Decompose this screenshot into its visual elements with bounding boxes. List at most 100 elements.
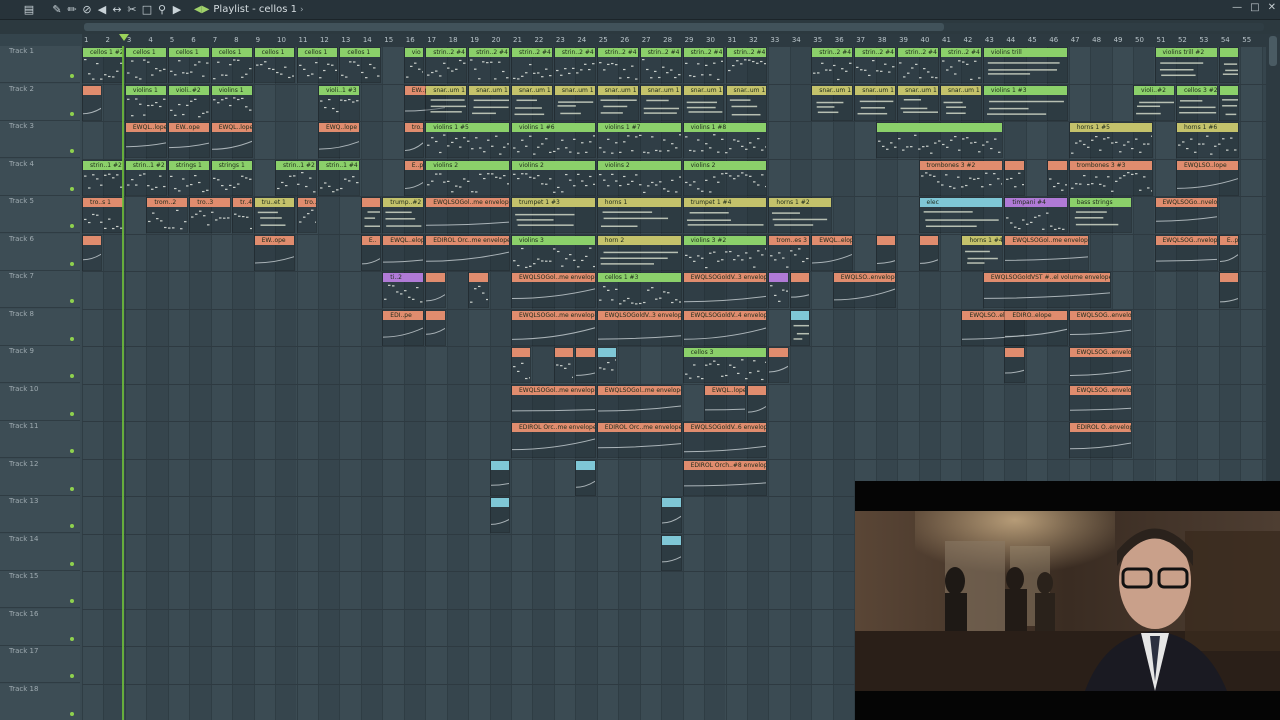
playlist-clip[interactable]: EWQLSOGoldV..6 envelope bbox=[682, 422, 768, 458]
playlist-clip[interactable]: snar..um 1 bbox=[553, 84, 596, 121]
track-header[interactable]: Track 10 bbox=[0, 383, 80, 421]
playlist-clip[interactable]: timpani #4 bbox=[1004, 197, 1068, 233]
playlist-clip[interactable]: EWQLSO..lope bbox=[1175, 159, 1240, 196]
track-header[interactable]: Track 9 bbox=[0, 346, 80, 383]
track-led-icon[interactable] bbox=[70, 561, 74, 566]
zoom-icon[interactable]: ⚲ bbox=[155, 3, 169, 17]
playlist-clip[interactable]: violins 2 bbox=[511, 159, 596, 196]
close-icon[interactable]: ✕ bbox=[1268, 2, 1276, 13]
track-led-icon[interactable] bbox=[70, 336, 74, 341]
track-led-icon[interactable] bbox=[70, 224, 74, 228]
track-led-icon[interactable] bbox=[70, 711, 74, 716]
playlist-clip[interactable] bbox=[768, 347, 789, 383]
playlist-clip[interactable]: EWQLSOGoldV..3 envelope bbox=[682, 272, 768, 308]
playlist-clip[interactable]: violins 2 bbox=[682, 159, 768, 196]
playlist-clip[interactable] bbox=[768, 272, 789, 308]
slice-icon[interactable]: ✂ bbox=[125, 3, 139, 17]
playlist-clip[interactable]: strin..2 #4 bbox=[811, 47, 854, 83]
slip-icon[interactable]: ↔ bbox=[110, 3, 124, 17]
playlist-clip[interactable]: EWQLSOGoldV..4 envelope bbox=[682, 309, 768, 346]
playlist-clip[interactable] bbox=[918, 234, 939, 271]
playlist-clip[interactable] bbox=[789, 309, 811, 346]
track-led-icon[interactable] bbox=[70, 299, 74, 303]
playlist-clip[interactable] bbox=[596, 347, 618, 383]
playlist-clip[interactable] bbox=[82, 84, 103, 121]
playlist-clip[interactable]: cellos 3 #2 bbox=[1175, 84, 1218, 121]
track-led-icon[interactable] bbox=[70, 524, 74, 528]
track-header[interactable]: Track 18 bbox=[0, 683, 80, 720]
playlist-clip[interactable]: trombones 3 #3 bbox=[1068, 159, 1154, 196]
playlist-clip[interactable]: horn 2 bbox=[596, 234, 682, 271]
playlist-clip[interactable]: EWQLSOGol..me envelope bbox=[511, 384, 596, 421]
playlist-clip[interactable]: ti..2 bbox=[382, 272, 425, 308]
playlist-clip[interactable]: cellos 1 #3 bbox=[596, 272, 682, 308]
playlist-clip[interactable]: horns 1 #2 bbox=[768, 197, 832, 233]
track-header[interactable]: Track 4 bbox=[0, 158, 80, 196]
playlist-clip[interactable]: violins 1 bbox=[210, 84, 253, 121]
playlist-clip[interactable]: strin..2 #4 bbox=[682, 47, 725, 83]
playlist-clip[interactable]: snar..um 1 bbox=[811, 84, 854, 121]
playlist-clip[interactable]: EWQ..lope bbox=[317, 122, 360, 158]
playlist-clip[interactable]: cellos 1 bbox=[124, 47, 167, 83]
playlist-clip[interactable]: EDIROL Orc..me envelope bbox=[425, 234, 510, 271]
playlist-clip[interactable]: violi..1 #3 bbox=[317, 84, 360, 121]
playlist-clip[interactable]: violins 2 bbox=[596, 159, 682, 196]
playlist-clip[interactable]: EDIROL Orc..me envelope bbox=[596, 422, 682, 458]
playlist-clip[interactable]: strin..2 #4 bbox=[425, 47, 468, 83]
track-header[interactable]: Track 15 bbox=[0, 571, 80, 608]
playlist-clip[interactable]: strin..2 #4 bbox=[897, 47, 939, 83]
playlist-clip[interactable]: strin..1 #2 bbox=[124, 159, 167, 196]
playlist-clip[interactable]: EWQLSOGo..nvelope bbox=[1154, 197, 1218, 233]
playlist-clip[interactable]: snar..um 1 bbox=[725, 84, 768, 121]
horizontal-scrollbar[interactable] bbox=[84, 23, 1264, 31]
timeline-ruler[interactable]: 1 2 3 4 5 6 7 8 9 10 11 12 13 14 15 16 17 18 19 20 21 22 23 24 2… bbox=[82, 34, 1266, 46]
playlist-clip[interactable]: elec bbox=[918, 197, 1004, 233]
playlist-clip[interactable] bbox=[661, 497, 682, 533]
playlist-clip[interactable]: horns 1 #6 bbox=[1175, 122, 1240, 158]
playlist-clip[interactable] bbox=[875, 234, 897, 271]
playlist-clip[interactable] bbox=[661, 534, 682, 571]
playlist-clip[interactable]: EWQL..elope bbox=[382, 234, 425, 271]
track-led-icon[interactable] bbox=[70, 486, 74, 491]
select-icon[interactable]: □ bbox=[140, 3, 154, 17]
playlist-clip[interactable]: cellos 1 #2 bbox=[82, 47, 124, 83]
playlist-clip[interactable]: EW..ope bbox=[167, 122, 210, 158]
playlist-clip[interactable] bbox=[511, 347, 532, 383]
track-header[interactable]: Track 11 bbox=[0, 421, 80, 458]
playlist-clip[interactable] bbox=[425, 309, 446, 346]
track-header[interactable]: Track 6 bbox=[0, 233, 80, 271]
playlist-clip[interactable]: EW..ope bbox=[253, 234, 296, 271]
maximize-icon[interactable]: □ bbox=[1250, 2, 1259, 13]
playlist-clip[interactable]: trumpet 1 #3 bbox=[511, 197, 596, 233]
paint-icon[interactable]: ✏ bbox=[65, 3, 79, 17]
track-led-icon[interactable] bbox=[70, 111, 74, 116]
playlist-clip[interactable]: violi..#2 bbox=[167, 84, 210, 121]
playlist-clip[interactable]: EWQL..lope bbox=[704, 384, 746, 421]
playlist-clip[interactable]: EWQLSOGol..me envelope bbox=[511, 309, 596, 346]
playlist-clip[interactable] bbox=[875, 122, 1004, 158]
playlist-clip[interactable]: strin..2 #4 bbox=[639, 47, 682, 83]
playlist-clip[interactable] bbox=[82, 234, 103, 271]
playlist-clip[interactable]: horns 1 #4 bbox=[961, 234, 1004, 271]
playlist-clip[interactable]: snar..um 1 bbox=[682, 84, 725, 121]
horizontal-scroll-thumb[interactable] bbox=[84, 23, 944, 31]
playlist-clip[interactable]: strin..1 #2 bbox=[82, 159, 124, 196]
pencil-icon[interactable]: ✎ bbox=[50, 3, 64, 17]
playlist-clip[interactable] bbox=[789, 272, 811, 308]
playlist-clip[interactable]: EDIROL O..envelope bbox=[1068, 422, 1133, 458]
playlist-clip[interactable]: snar..um 1 bbox=[639, 84, 682, 121]
track-led-icon[interactable] bbox=[70, 149, 74, 153]
playlist-clip[interactable] bbox=[746, 384, 768, 421]
playlist-clip[interactable]: violins trill bbox=[982, 47, 1068, 83]
playlist-clip[interactable] bbox=[1004, 159, 1025, 196]
track-led-icon[interactable] bbox=[70, 449, 74, 453]
track-header[interactable]: Track 12 bbox=[0, 458, 80, 496]
playlist-clip[interactable]: vio bbox=[403, 47, 425, 83]
track-led-icon[interactable] bbox=[70, 411, 74, 416]
playlist-clip[interactable]: strin..2 #4 bbox=[725, 47, 768, 83]
track-header[interactable]: Track 7 bbox=[0, 271, 80, 308]
playlist-clip[interactable]: violins 1 #6 bbox=[511, 122, 596, 158]
playlist-clip[interactable]: violi..#2 bbox=[1133, 84, 1175, 121]
playlist-clip[interactable]: trump..#2 bbox=[382, 197, 425, 233]
playlist-clip[interactable]: strin..1 #4 bbox=[317, 159, 360, 196]
